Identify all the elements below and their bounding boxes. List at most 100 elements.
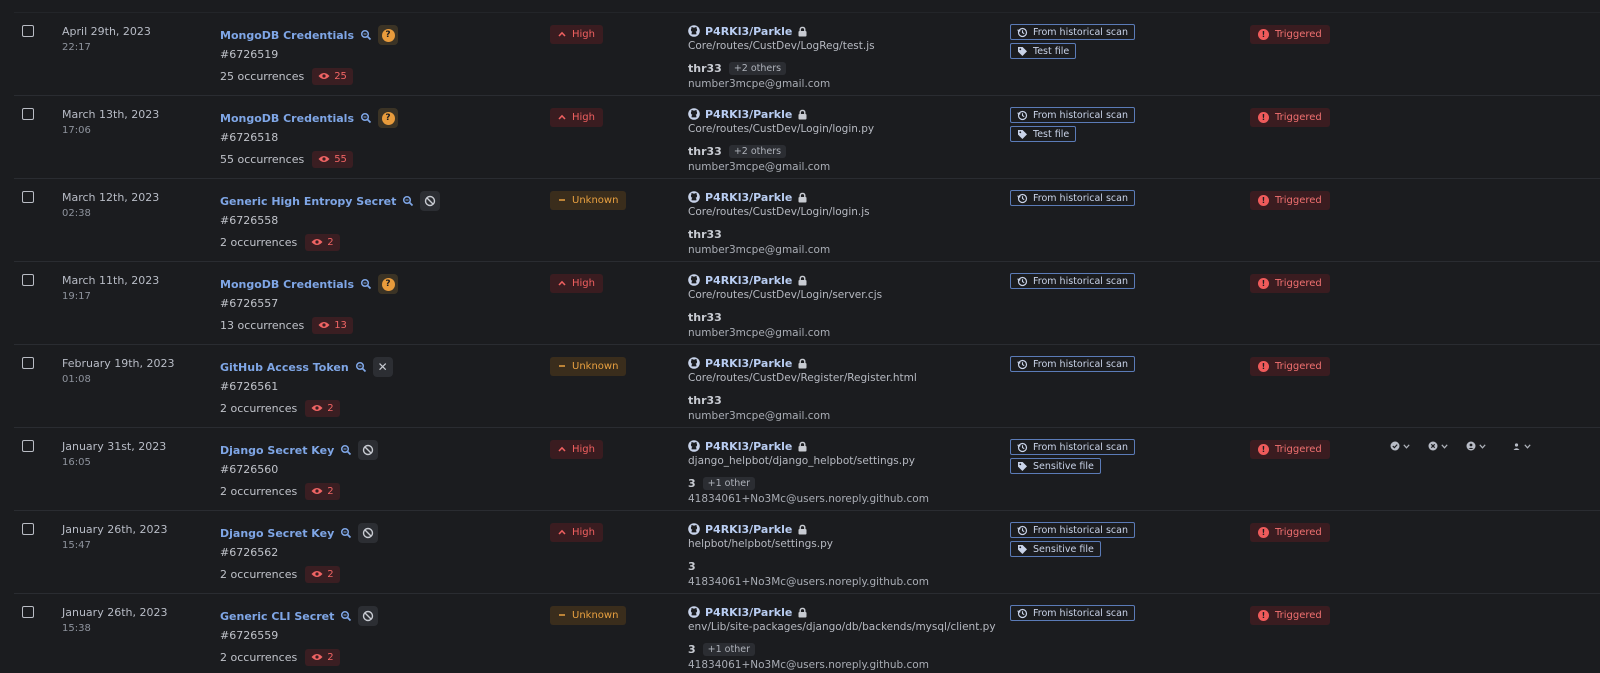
tag-historical-scan[interactable]: From historical scan [1010, 522, 1135, 538]
table-row[interactable]: April 29th, 2023 22:17 MongoDB Credentia… [14, 12, 1600, 95]
magnify-icon[interactable] [402, 195, 414, 207]
magnify-icon[interactable] [340, 610, 352, 622]
repository-link[interactable]: P4RKl3/Parkle [705, 606, 792, 619]
row-checkbox[interactable] [22, 523, 34, 535]
file-path[interactable]: Core/routes/CustDev/Login/login.js [688, 206, 1008, 218]
repository-link[interactable]: P4RKl3/Parkle [705, 440, 792, 453]
occurrence-badge[interactable]: 2 [305, 482, 340, 500]
row-checkbox[interactable] [22, 108, 34, 120]
tag-historical-scan[interactable]: From historical scan [1010, 273, 1135, 289]
row-checkbox[interactable] [22, 357, 34, 369]
ban-icon[interactable] [358, 440, 379, 460]
tag-historical-scan[interactable]: From historical scan [1010, 605, 1135, 621]
row-checkbox[interactable] [22, 191, 34, 203]
tag-historical-scan[interactable]: From historical scan [1010, 190, 1135, 206]
status-badge[interactable]: ! Triggered [1250, 25, 1330, 44]
status-badge[interactable]: ! Triggered [1250, 440, 1330, 459]
table-row[interactable]: March 12th, 2023 02:38 Generic High Entr… [14, 178, 1600, 261]
status-badge[interactable]: ! Triggered [1250, 606, 1330, 625]
severity-badge[interactable]: Unknown [550, 191, 627, 210]
detector-name-link[interactable]: MongoDB Credentials [220, 278, 354, 291]
ignore-action[interactable] [1428, 441, 1448, 451]
row-checkbox[interactable] [22, 606, 34, 618]
detector-name-link[interactable]: Django Secret Key [220, 527, 334, 540]
repository-link[interactable]: P4RKl3/Parkle [705, 25, 792, 38]
question-icon[interactable]: ? [378, 108, 399, 128]
repository-link[interactable]: P4RKl3/Parkle [705, 357, 792, 370]
detector-name-link[interactable]: Generic High Entropy Secret [220, 195, 396, 208]
magnify-icon[interactable] [355, 361, 367, 373]
magnify-icon[interactable] [340, 444, 352, 456]
tag-historical-scan[interactable]: From historical scan [1010, 356, 1135, 372]
repository-link[interactable]: P4RKl3/Parkle [705, 523, 792, 536]
file-path[interactable]: Core/routes/CustDev/Register/Register.ht… [688, 372, 1008, 384]
table-row[interactable]: January 26th, 2023 15:47 Django Secret K… [14, 510, 1600, 593]
row-checkbox[interactable] [22, 274, 34, 286]
ban-icon[interactable] [420, 191, 441, 211]
magnify-icon[interactable] [360, 29, 372, 41]
file-path[interactable]: helpbot/helpbot/settings.py [688, 538, 1008, 550]
close-icon[interactable]: ✕ [372, 357, 393, 377]
others-badge[interactable]: +2 others [728, 61, 787, 75]
tag-file-type[interactable]: Test file [1010, 43, 1077, 59]
table-row[interactable]: January 31st, 2023 16:05 Django Secret K… [14, 427, 1600, 510]
tag-historical-scan[interactable]: From historical scan [1010, 439, 1135, 455]
file-path[interactable]: Core/routes/CustDev/LogReg/test.js [688, 40, 1008, 52]
status-badge[interactable]: ! Triggered [1250, 191, 1330, 210]
assign-action[interactable] [1466, 441, 1486, 451]
tag-historical-scan[interactable]: From historical scan [1010, 24, 1135, 40]
detector-name-link[interactable]: MongoDB Credentials [220, 112, 354, 125]
status-badge[interactable]: ! Triggered [1250, 523, 1330, 542]
severity-badge[interactable]: Unknown [550, 606, 627, 625]
table-row[interactable]: February 19th, 2023 01:08 GitHub Access … [14, 344, 1600, 427]
severity-badge[interactable]: High [550, 523, 603, 542]
occurrence-badge[interactable]: 2 [305, 565, 340, 583]
file-path[interactable]: Core/routes/CustDev/Login/login.py [688, 123, 1008, 135]
severity-badge[interactable]: High [550, 108, 603, 127]
ban-icon[interactable] [358, 606, 379, 626]
severity-badge[interactable]: High [550, 25, 603, 44]
file-path[interactable]: env/Lib/site-packages/django/db/backends… [688, 621, 1008, 633]
resolve-action[interactable] [1390, 441, 1410, 451]
magnify-icon[interactable] [360, 112, 372, 124]
repository-link[interactable]: P4RKl3/Parkle [705, 108, 792, 121]
occurrence-badge[interactable]: 2 [305, 233, 340, 251]
status-badge[interactable]: ! Triggered [1250, 108, 1330, 127]
ban-icon[interactable] [358, 523, 379, 543]
others-badge[interactable]: +2 others [728, 144, 787, 158]
occurrence-badge[interactable]: 25 [312, 67, 353, 85]
file-path[interactable]: django_helpbot/django_helpbot/settings.p… [688, 455, 1008, 467]
magnify-icon[interactable] [360, 278, 372, 290]
detector-name-link[interactable]: MongoDB Credentials [220, 29, 354, 42]
occurrence-badge[interactable]: 55 [312, 150, 353, 168]
severity-badge[interactable]: High [550, 440, 603, 459]
tag-file-type[interactable]: Test file [1010, 126, 1077, 142]
table-row[interactable]: March 13th, 2023 17:06 MongoDB Credentia… [14, 95, 1600, 178]
row-checkbox[interactable] [22, 440, 34, 452]
others-badge[interactable]: +1 other [702, 642, 755, 656]
repository-link[interactable]: P4RKl3/Parkle [705, 191, 792, 204]
tag-file-type[interactable]: Sensitive file [1010, 541, 1101, 557]
tag-historical-scan[interactable]: From historical scan [1010, 107, 1135, 123]
detector-name-link[interactable]: GitHub Access Token [220, 361, 349, 374]
table-row[interactable]: January 26th, 2023 15:38 Generic CLI Sec… [14, 593, 1600, 673]
question-icon[interactable]: ? [378, 25, 399, 45]
occurrence-badge[interactable]: 2 [305, 648, 340, 666]
severity-badge[interactable]: High [550, 274, 603, 293]
question-icon[interactable]: ? [378, 274, 399, 294]
detector-name-link[interactable]: Generic CLI Secret [220, 610, 334, 623]
repository-link[interactable]: P4RKl3/Parkle [705, 274, 792, 287]
others-badge[interactable]: +1 other [702, 476, 755, 490]
status-badge[interactable]: ! Triggered [1250, 274, 1330, 293]
severity-badge[interactable]: Unknown [550, 357, 627, 376]
occurrence-badge[interactable]: 13 [312, 316, 353, 334]
tag-file-type[interactable]: Sensitive file [1010, 458, 1101, 474]
row-checkbox[interactable] [22, 25, 34, 37]
table-row[interactable]: March 11th, 2023 19:17 MongoDB Credentia… [14, 261, 1600, 344]
share-action[interactable] [1512, 441, 1531, 451]
file-path[interactable]: Core/routes/CustDev/Login/server.cjs [688, 289, 1008, 301]
status-badge[interactable]: ! Triggered [1250, 357, 1330, 376]
detector-name-link[interactable]: Django Secret Key [220, 444, 334, 457]
magnify-icon[interactable] [340, 527, 352, 539]
occurrence-badge[interactable]: 2 [305, 399, 340, 417]
